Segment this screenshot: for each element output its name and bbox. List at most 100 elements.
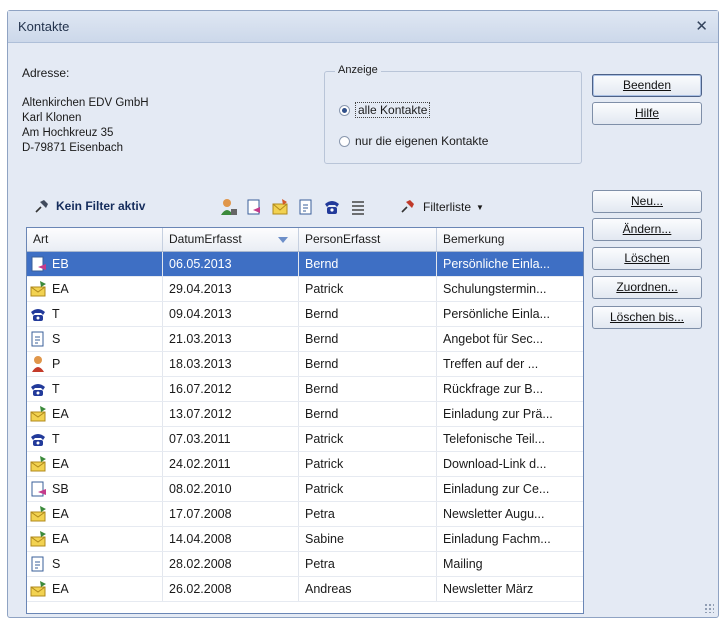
cell-art: SB (27, 477, 163, 501)
new-button[interactable]: Neu... (592, 190, 702, 213)
radio-own-contacts[interactable]: nur die eigenen Kontakte (339, 134, 488, 148)
filter-list-dropdown[interactable]: Filterliste ▼ (400, 198, 484, 216)
cell-note: Persönliche Einla... (443, 307, 551, 321)
address-street: Am Hochkreuz 35 (22, 127, 114, 139)
filter-toolbar: Kein Filter aktiv Filterliste ▼ (22, 194, 582, 220)
address-company: Altenkirchen EDV GmbH (22, 97, 149, 109)
email-filter-icon[interactable] (244, 197, 264, 217)
table-row[interactable]: EA 24.02.2011 Patrick Download-Link d... (27, 452, 583, 477)
cell-note: Telefonische Teil... (443, 432, 545, 446)
letter-out-icon (30, 281, 46, 297)
list-filter-icon[interactable] (348, 197, 368, 217)
table-row[interactable]: EA 13.07.2012 Bernd Einladung zur Prä... (27, 402, 583, 427)
cell-art: EA (27, 277, 163, 301)
delete-until-button[interactable]: Löschen bis... (592, 306, 702, 329)
email-out-icon (31, 481, 46, 497)
table-row[interactable]: EA 17.07.2008 Petra Newsletter Augu... (27, 502, 583, 527)
assign-button[interactable]: Zuordnen... (592, 276, 702, 299)
column-header-art[interactable]: Art (27, 228, 163, 251)
cell-art: EA (27, 502, 163, 526)
letter-out-icon (30, 581, 46, 597)
column-header-date[interactable]: DatumErfasst (163, 228, 299, 251)
radio-button[interactable] (339, 104, 350, 116)
table-row[interactable]: EB 06.05.2013 Bernd Persönliche Einla... (27, 252, 583, 277)
document-icon (31, 331, 44, 347)
cell-art: EA (27, 527, 163, 551)
table-row[interactable]: EA 26.02.2008 Andreas Newsletter März (27, 577, 583, 602)
phone-icon (31, 309, 45, 321)
help-button[interactable]: Hilfe (592, 102, 702, 125)
resize-grip-icon[interactable] (704, 603, 714, 613)
cell-person: Patrick (299, 277, 437, 301)
radio-button[interactable] (339, 135, 350, 147)
cell-date: 26.02.2008 (163, 577, 299, 601)
filter-status[interactable]: Kein Filter aktiv (34, 198, 145, 214)
cell-date: 28.02.2008 (163, 552, 299, 576)
letter-out-icon (30, 506, 46, 522)
cell-person: Patrick (299, 427, 437, 451)
edit-button[interactable]: Ändern... (592, 218, 702, 241)
close-button[interactable]: Beenden (592, 74, 702, 97)
cell-art-text: T (52, 432, 60, 446)
cell-art-text: S (52, 557, 61, 571)
phone-filter-icon[interactable] (322, 197, 342, 217)
person-filter-icon[interactable] (218, 197, 238, 217)
filter-list-icon (401, 200, 414, 213)
cell-art: EA (27, 577, 163, 601)
cell-person: Patrick (299, 477, 437, 501)
document-filter-icon[interactable] (296, 197, 316, 217)
title-bar[interactable]: Kontakte ✕ (8, 11, 718, 43)
cell-person: Bernd (299, 402, 437, 426)
delete-button[interactable]: Löschen (592, 247, 702, 270)
cell-date: 08.02.2010 (163, 477, 299, 501)
radio-label[interactable]: nur die eigenen Kontakte (355, 134, 488, 148)
radio-all-contacts[interactable]: alle Kontakte (339, 102, 431, 118)
table-row[interactable]: S 21.03.2013 Bernd Angebot für Sec... (27, 327, 583, 352)
cell-art-text: S (52, 332, 61, 346)
address-block: Altenkirchen EDV GmbH Karl Klonen Am Hoc… (22, 96, 149, 156)
cell-note: Download-Link d... (443, 457, 547, 471)
contacts-table[interactable]: Art DatumErfasst PersonErfasst Bemerkung… (26, 227, 584, 614)
table-row[interactable]: EA 29.04.2013 Patrick Schulungstermin... (27, 277, 583, 302)
document-icon (31, 556, 44, 572)
column-header-date-label: DatumErfasst (169, 232, 242, 246)
address-person: Karl Klonen (22, 112, 82, 124)
cell-art-text: P (52, 357, 61, 371)
cell-date: 09.04.2013 (163, 302, 299, 326)
cell-person: Bernd (299, 377, 437, 401)
close-icon[interactable]: ✕ (695, 17, 708, 35)
cell-art-text: EA (52, 457, 69, 471)
cell-person: Bernd (299, 252, 437, 276)
cell-art-text: EA (52, 407, 69, 421)
table-row[interactable]: SB 08.02.2010 Patrick Einladung zur Ce... (27, 477, 583, 502)
table-row[interactable]: P 18.03.2013 Bernd Treffen auf der ... (27, 352, 583, 377)
address-city: D-79871 Eisenbach (22, 142, 124, 154)
cell-art: EA (27, 402, 163, 426)
cell-person: Bernd (299, 302, 437, 326)
cell-art: EA (27, 452, 163, 476)
cell-date: 18.03.2013 (163, 352, 299, 376)
cell-person: Patrick (299, 452, 437, 476)
letter-out-icon (30, 406, 46, 422)
filter-list-label: Filterliste (423, 200, 472, 214)
cell-art: T (27, 427, 163, 451)
cell-note: Einladung zur Prä... (443, 407, 553, 421)
table-row[interactable]: T 07.03.2011 Patrick Telefonische Teil... (27, 427, 583, 452)
cell-note: Schulungstermin... (443, 282, 547, 296)
cell-art-text: T (52, 382, 60, 396)
cell-art: EB (27, 252, 163, 276)
table-row[interactable]: T 09.04.2013 Bernd Persönliche Einla... (27, 302, 583, 327)
table-row[interactable]: T 16.07.2012 Bernd Rückfrage zur B... (27, 377, 583, 402)
cell-person: Andreas (299, 577, 437, 601)
cell-art-text: EB (52, 257, 69, 271)
email-out-icon (31, 256, 46, 272)
column-header-note[interactable]: Bemerkung (437, 228, 583, 251)
filter-status-label: Kein Filter aktiv (56, 199, 146, 213)
table-row[interactable]: S 28.02.2008 Petra Mailing (27, 552, 583, 577)
table-body: EB 06.05.2013 Bernd Persönliche Einla... EA 2… (27, 252, 583, 602)
radio-label[interactable]: alle Kontakte (355, 102, 431, 118)
letter-filter-icon[interactable] (270, 197, 290, 217)
table-row[interactable]: EA 14.04.2008 Sabine Einladung Fachm... (27, 527, 583, 552)
chevron-down-icon: ▼ (476, 202, 484, 212)
column-header-person[interactable]: PersonErfasst (299, 228, 437, 251)
